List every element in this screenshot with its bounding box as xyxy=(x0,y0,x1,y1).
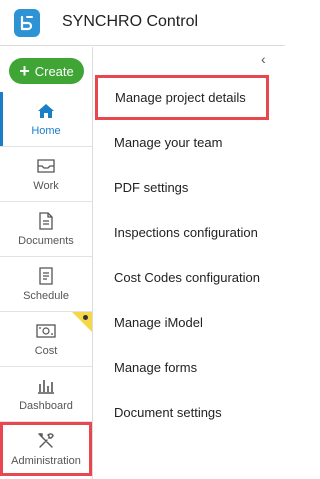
sidebar-item-dashboard[interactable]: Dashboard xyxy=(0,367,92,422)
sidebar-item-home[interactable]: Home xyxy=(0,92,92,147)
sidebar-item-label: Documents xyxy=(18,235,74,247)
notification-badge xyxy=(72,312,92,332)
tools-icon xyxy=(36,431,56,451)
collapse-chevron-icon[interactable]: ‹ xyxy=(261,52,275,66)
sidebar-item-documents[interactable]: Documents xyxy=(0,202,92,257)
sidebar-item-label: Home xyxy=(31,125,61,137)
home-icon xyxy=(36,101,56,121)
document-icon xyxy=(36,211,56,231)
menu-item-pdf-settings[interactable]: PDF settings xyxy=(94,165,270,210)
sidebar-item-schedule[interactable]: Schedule xyxy=(0,257,92,312)
app-title: SYNCHRO Control xyxy=(62,13,199,30)
sidebar-item-work[interactable]: Work xyxy=(0,147,92,202)
create-label: Create xyxy=(34,63,74,79)
inbox-icon xyxy=(36,156,56,176)
menu-item-inspections-configuration[interactable]: Inspections configuration xyxy=(94,210,270,255)
sidebar-item-label: Schedule xyxy=(23,290,69,302)
sidebar: + Create Home Work Documents Schedule Co… xyxy=(0,47,93,479)
create-button[interactable]: + Create xyxy=(9,58,84,84)
synchro-logo-icon[interactable] xyxy=(14,9,40,37)
sidebar-item-label: Cost xyxy=(34,345,58,357)
menu-item-document-settings[interactable]: Document settings xyxy=(94,390,270,435)
app-header: SYNCHRO Control xyxy=(0,0,285,46)
sidebar-item-cost[interactable]: Cost xyxy=(0,312,92,367)
sidebar-item-administration[interactable]: Administration xyxy=(0,422,92,476)
plus-icon: + xyxy=(19,61,30,81)
sidebar-item-label: Dashboard xyxy=(19,400,73,412)
cost-icon xyxy=(36,321,56,341)
menu-item-manage-imodel[interactable]: Manage iModel xyxy=(94,300,270,345)
menu-item-manage-forms[interactable]: Manage forms xyxy=(94,345,270,390)
schedule-icon xyxy=(36,266,56,286)
sidebar-item-label: Administration xyxy=(11,455,81,467)
badge-dot-icon xyxy=(83,315,88,320)
sidebar-item-label: Work xyxy=(33,180,59,192)
menu-item-manage-your-team[interactable]: Manage your team xyxy=(94,120,270,165)
menu-item-manage-project-details[interactable]: Manage project details xyxy=(95,75,269,120)
menu-item-cost-codes-configuration[interactable]: Cost Codes configuration xyxy=(94,255,270,300)
chart-icon xyxy=(36,376,56,396)
